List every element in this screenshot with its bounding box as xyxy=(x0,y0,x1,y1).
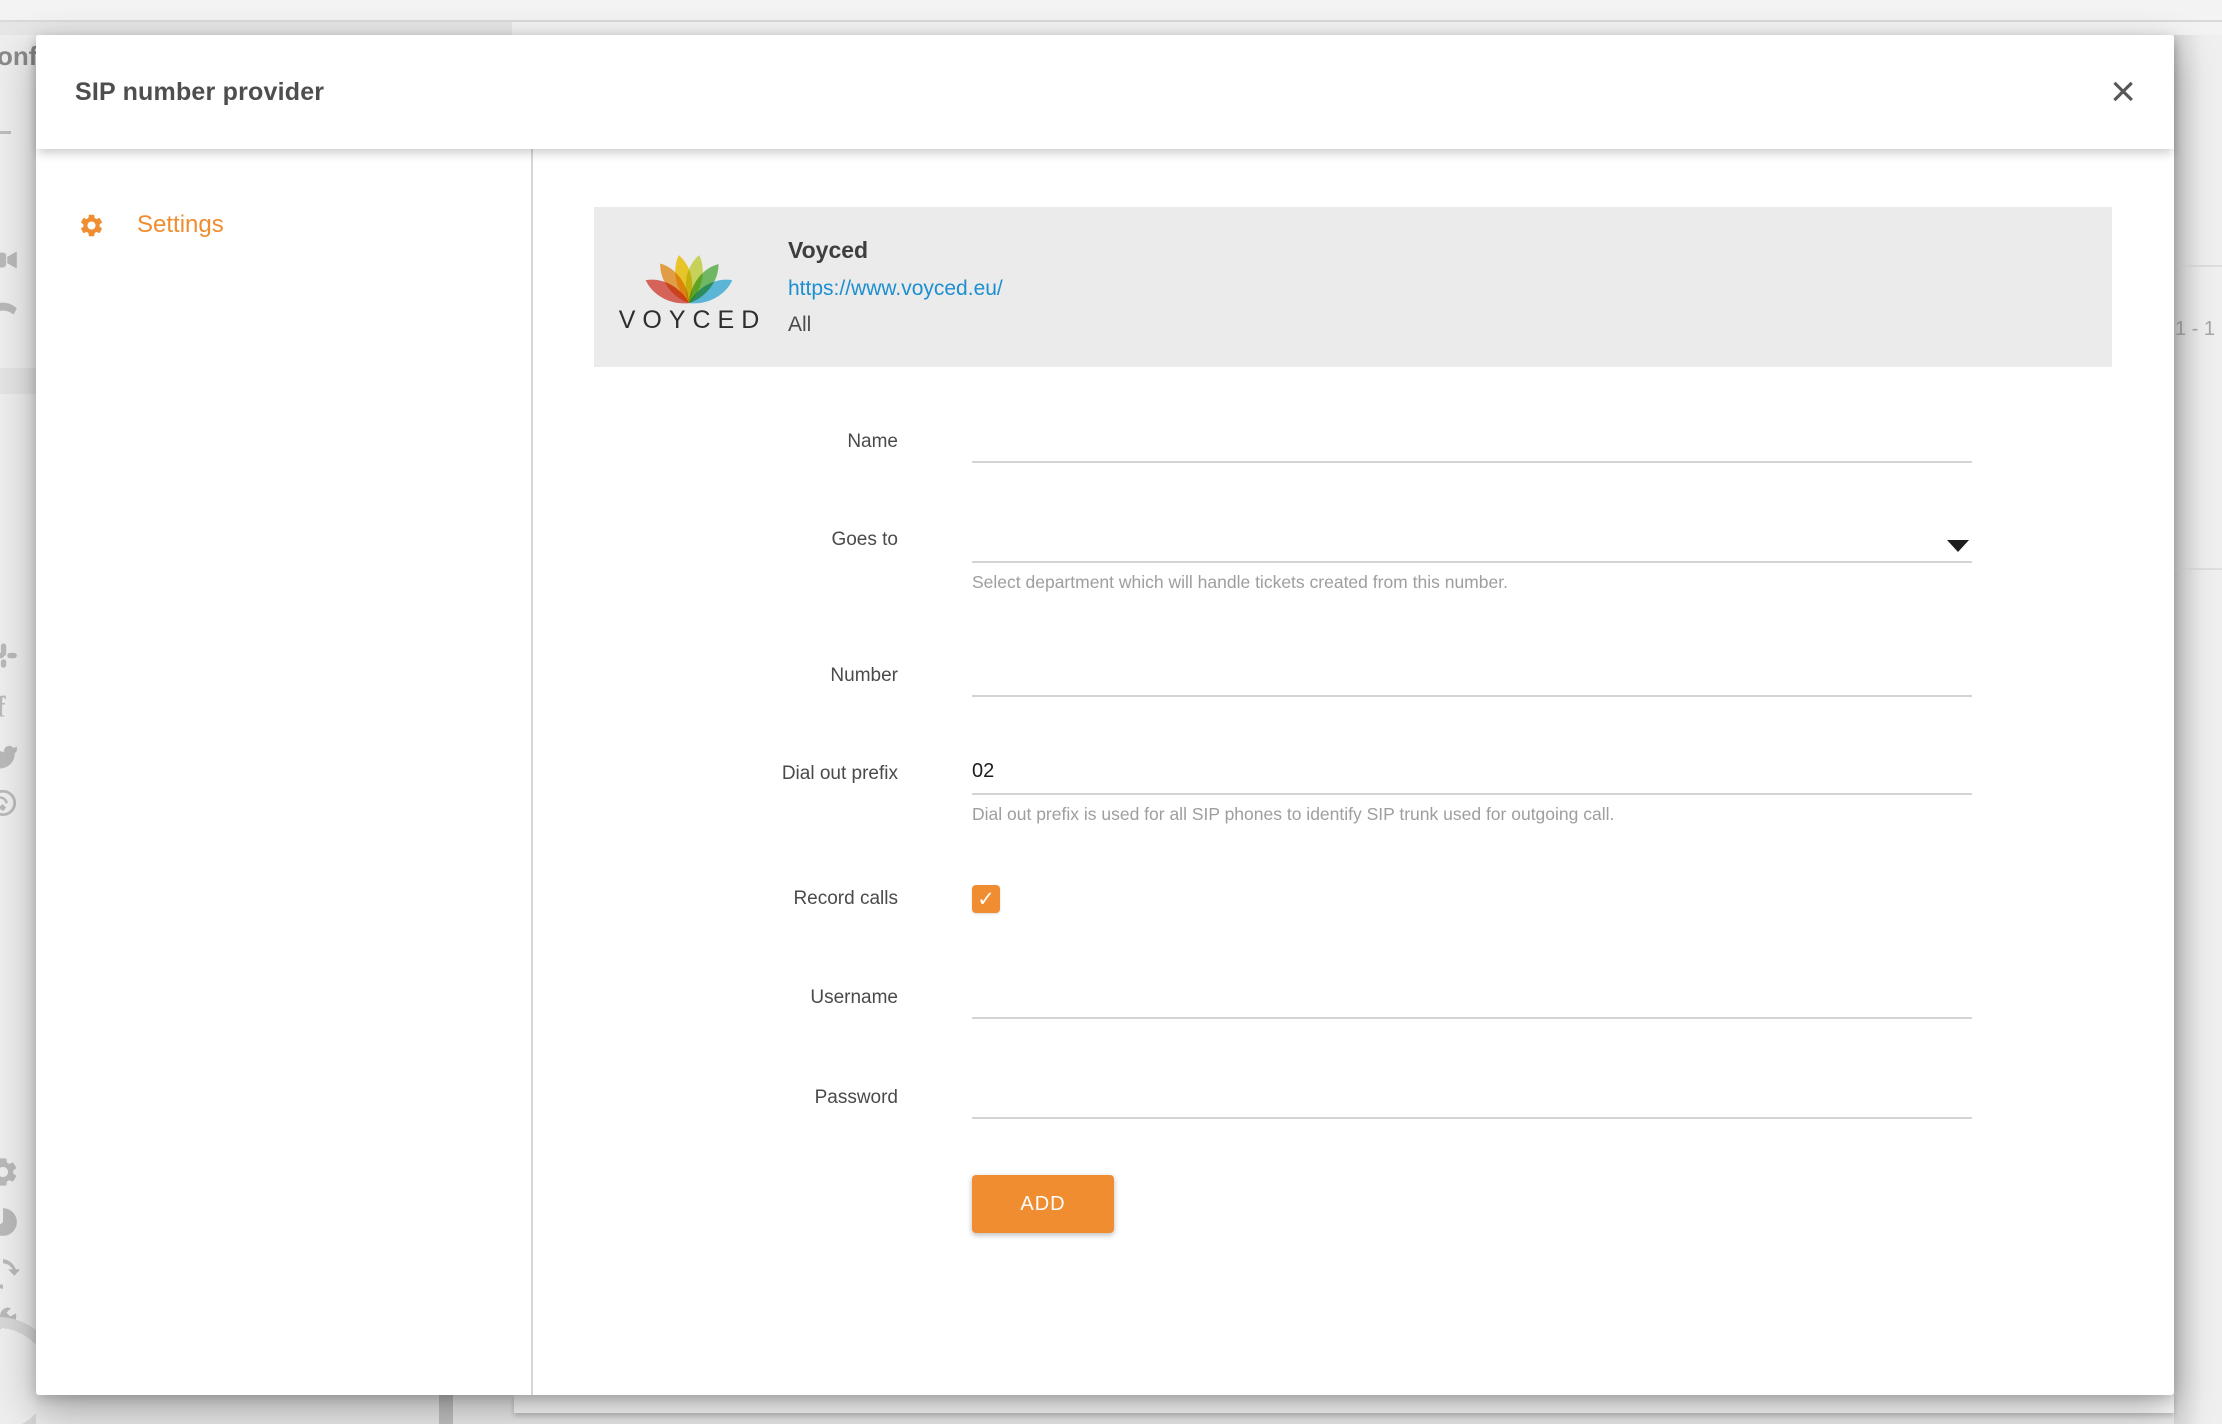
form-row-number: Number xyxy=(594,651,2112,697)
record-calls-checkbox[interactable]: ✓ xyxy=(972,885,1000,913)
camera-icon xyxy=(0,243,20,277)
background-row-divider xyxy=(2174,568,2222,570)
dial-out-prefix-input[interactable] xyxy=(972,749,1972,795)
background-dash xyxy=(0,131,11,134)
background-scrollbar-thumb xyxy=(439,1395,453,1424)
pie-chart-icon xyxy=(0,1205,20,1239)
sidebar-item-label: Settings xyxy=(137,211,224,239)
form-row-password: Password xyxy=(594,1073,2112,1119)
form-row-goes-to: Goes to Select department which will han… xyxy=(594,515,2112,593)
sidebar-item-settings[interactable]: Settings xyxy=(36,211,531,239)
dialog-body: Settings VOYCED xyxy=(36,149,2174,1395)
add-button[interactable]: ADD xyxy=(972,1175,1114,1233)
background-panel-edge xyxy=(514,1395,2174,1413)
dialog-header: SIP number provider × xyxy=(36,35,2174,149)
background-ring-shape xyxy=(0,1317,36,1424)
viber-icon xyxy=(0,787,20,821)
sip-number-provider-dialog: SIP number provider × Settings xyxy=(36,35,2174,1395)
number-input[interactable] xyxy=(972,651,1972,697)
background-row-divider xyxy=(2174,265,2222,267)
background-row-band xyxy=(0,368,36,394)
dialog-title: SIP number provider xyxy=(75,78,324,107)
background-left-strip: onfi f xyxy=(0,35,36,1424)
svg-text:f: f xyxy=(0,691,7,722)
check-icon: ✓ xyxy=(977,889,995,910)
form-row-record-calls: Record calls ✓ xyxy=(594,885,2112,913)
name-label: Name xyxy=(594,417,898,454)
username-input[interactable] xyxy=(972,973,1972,1019)
background-pagination: 1 - 1 xyxy=(2175,318,2215,341)
form-row-username: Username xyxy=(594,973,2112,1019)
background-right-strip: 1 - 1 xyxy=(2174,35,2222,1424)
provider-info: Voyced https://www.voyced.eu/ All xyxy=(788,237,1003,337)
goes-to-select[interactable] xyxy=(972,515,1972,563)
name-input[interactable] xyxy=(972,417,1972,463)
phone-icon xyxy=(0,288,20,322)
gear-icon xyxy=(78,212,105,239)
close-icon[interactable]: × xyxy=(2110,74,2136,110)
form-row-name: Name xyxy=(594,417,2112,463)
slack-icon xyxy=(0,638,20,672)
twitter-icon xyxy=(0,737,20,771)
background-bottom-strip xyxy=(36,1395,2174,1424)
dialog-sidebar: Settings xyxy=(36,149,533,1395)
provider-card: VOYCED Voyced https://www.voyced.eu/ All xyxy=(594,207,2112,367)
provider-name: Voyced xyxy=(788,237,1003,264)
password-input[interactable] xyxy=(972,1073,1972,1119)
gear-icon xyxy=(0,1155,20,1189)
voyced-logo: VOYCED xyxy=(618,239,760,335)
background-partial-heading: onfi xyxy=(0,41,36,72)
username-label: Username xyxy=(594,973,898,1010)
provider-url-link[interactable]: https://www.voyced.eu/ xyxy=(788,277,1003,301)
goes-to-label: Goes to xyxy=(594,515,898,552)
password-label: Password xyxy=(594,1073,898,1110)
sync-icon xyxy=(0,1257,20,1291)
voyced-logo-text: VOYCED xyxy=(612,306,767,335)
dial-out-prefix-label: Dial out prefix xyxy=(594,749,898,786)
provider-scope: All xyxy=(788,313,1003,337)
goes-to-hint: Select department which will handle tick… xyxy=(972,571,1972,593)
number-label: Number xyxy=(594,651,898,688)
background-table-header-fragment xyxy=(0,22,512,35)
dial-out-prefix-hint: Dial out prefix is used for all SIP phon… xyxy=(972,803,1972,825)
background-top-strip xyxy=(0,0,2222,35)
dialog-main-panel: VOYCED Voyced https://www.voyced.eu/ All… xyxy=(533,149,2174,1395)
facebook-icon: f xyxy=(0,688,20,722)
form-row-dial-out-prefix: Dial out prefix Dial out prefix is used … xyxy=(594,749,2112,825)
form-row-submit: ADD xyxy=(594,1175,2112,1233)
dropdown-arrow-icon xyxy=(1947,540,1969,552)
record-calls-label: Record calls xyxy=(594,887,898,911)
voyced-lotus-icon xyxy=(639,239,739,305)
